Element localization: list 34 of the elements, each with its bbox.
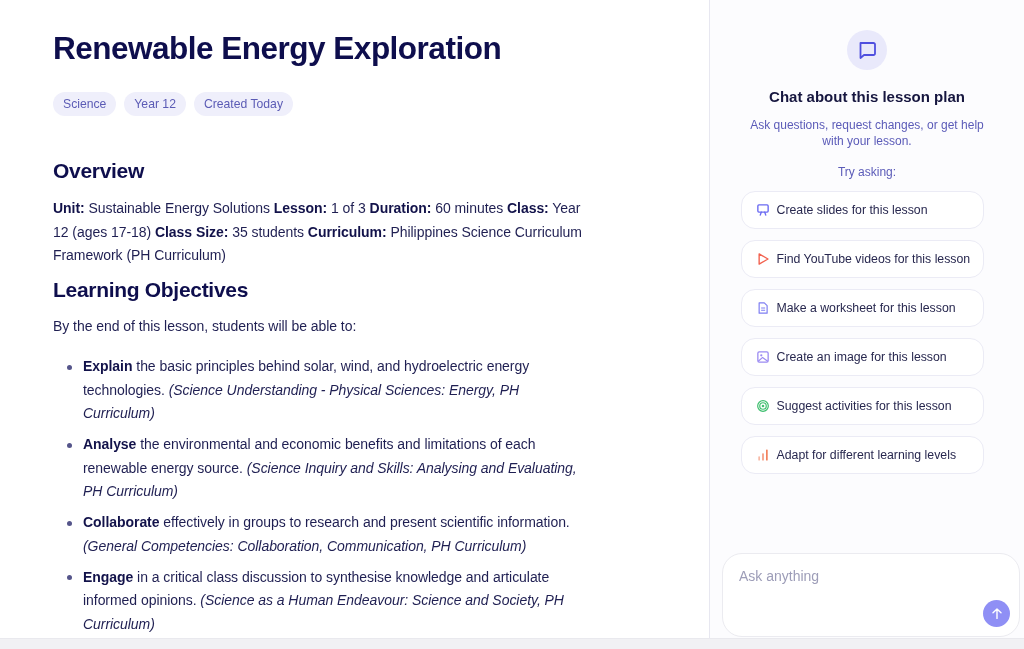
bullet-icon	[67, 520, 72, 526]
prompt-label: Try asking:	[837, 164, 897, 180]
bar-chart-icon	[756, 449, 769, 461]
chat-subtitle: Ask questions, request changes, or get help with your lesson.	[749, 118, 985, 149]
bullet-icon	[67, 364, 72, 370]
image-icon	[756, 351, 769, 363]
objective-text: Collaborate effectively in groups to research and present scientific information. (General Competencies: Collaboration, Communication, PH Curriculum)	[83, 513, 571, 556]
objective-text: Analyse the environmental and economic benefits and limitations of each renewable energy source. (Science Inquiry and Skills: Analysing and Evaluating, PH Curriculum)	[83, 435, 578, 501]
bullet-icon	[67, 575, 72, 580]
arrow-up-icon	[991, 608, 1002, 619]
suggestion-button[interactable]: Create slides for this lesson	[740, 191, 984, 229]
presentation-board-icon	[756, 204, 769, 216]
lesson-title: Renewable Energy Exploration	[53, 29, 503, 67]
suggestion-button[interactable]: Find YouTube videos for this lesson	[740, 240, 984, 278]
suggestion-button[interactable]: Create an image for this lesson	[740, 338, 984, 376]
overview-paragraph: Unit: Sustainable Energy Solutions Lesson: 1 of 3 Duration: 60 minutes Class: Year 12 (ages 17-18) Class Size: 35 students Curriculum: Philippines Science Curriculum Framework (PH Curriculum)	[53, 199, 583, 265]
bullet-icon	[67, 442, 72, 448]
section-heading: Learning Objectives	[53, 276, 250, 303]
chat-bubble-icon	[847, 30, 887, 70]
suggestion-button[interactable]: Make a worksheet for this lesson	[740, 289, 984, 327]
document-icon	[756, 302, 769, 314]
suggestion-button[interactable]: Adapt for different learning levels	[740, 436, 984, 474]
chat-title: Chat about this lesson plan	[769, 87, 965, 107]
suggestion-button[interactable]: Suggest activities for this lesson	[740, 387, 984, 425]
tag: Science	[53, 92, 117, 116]
play-icon	[756, 253, 769, 265]
intro-text: By the end of this lesson, students will be able to:	[53, 316, 358, 336]
objective-text: Engage in a critical class discussion to synthesise knowledge and articulate informed opinions. (Science as a Human Endeavour: Science and Society, PH Curriculum)	[83, 567, 565, 634]
objective-text: Explain the basic principles behind solar, wind, and hydroelectric energy technologies. (Science Understanding - Physical Sciences: Energy, PH Curriculum)	[83, 357, 531, 423]
target-icon	[756, 400, 769, 412]
tag: Year 12	[124, 92, 186, 116]
chat-input-field[interactable]: Ask anything	[722, 553, 1020, 637]
tag: Created Today	[193, 92, 293, 116]
section-heading: Overview	[53, 158, 146, 184]
